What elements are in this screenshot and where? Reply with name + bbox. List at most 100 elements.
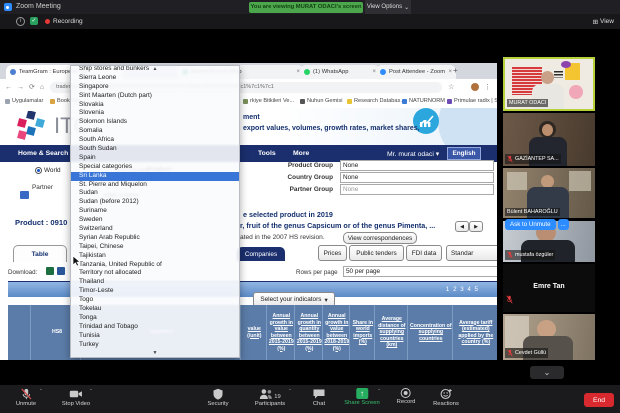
nav-more[interactable]: More: [293, 150, 309, 157]
dropdown-option[interactable]: Territory not allocated: [71, 269, 239, 278]
dropdown-option[interactable]: St. Pierre and Miquelon: [71, 181, 239, 190]
col-average-distance[interactable]: Average distance of supplying countries …: [374, 305, 410, 360]
nav-home-search[interactable]: Home & Search: [18, 150, 68, 157]
bookmark-item[interactable]: Research Databas...: [347, 98, 405, 104]
nav-language-select[interactable]: English: [447, 147, 481, 160]
col-average-tariff[interactable]: Average tariff (estimated) applied by th…: [452, 305, 497, 360]
bookmark-item[interactable]: Uygulamalar: [5, 98, 43, 104]
dropdown-option[interactable]: Spain: [71, 154, 239, 163]
pagination[interactable]: 1 2 3 4 5: [446, 286, 479, 293]
dropdown-option[interactable]: Taipei, Chinese: [71, 243, 239, 252]
dropdown-option[interactable]: Trinidad and Tobago: [71, 323, 239, 332]
share-screen-button[interactable]: ↑ Share Screen ˆ: [344, 388, 379, 406]
dropdown-option[interactable]: Thailand: [71, 278, 239, 287]
close-icon[interactable]: ×: [448, 69, 452, 75]
col-growth-qty-2015-2019[interactable]: Annual growth in quantity between 2015-2…: [294, 305, 325, 360]
dropdown-option[interactable]: Tanzania, United Republic of: [71, 261, 239, 270]
dropdown-option-selected[interactable]: Sri Lanka: [71, 172, 239, 181]
standards-button[interactable]: Standar: [446, 245, 497, 261]
record-button[interactable]: Record: [397, 388, 416, 405]
bookmark-item[interactable]: NATURNORM: [402, 98, 445, 104]
criteria-grid-icon[interactable]: [20, 191, 29, 199]
scroll-down-icon[interactable]: ▼: [71, 351, 239, 356]
dropdown-option[interactable]: Singapore: [71, 83, 239, 92]
stop-video-button[interactable]: Stop Video ˆ: [62, 388, 90, 407]
dropdown-option[interactable]: Sudan (before 2012): [71, 198, 239, 207]
col-concentration[interactable]: Concentration of supplying countries: [407, 305, 455, 360]
caret-up-icon[interactable]: ˆ: [40, 390, 42, 396]
scroll-up-icon[interactable]: ▲: [71, 67, 239, 72]
product-prev-button[interactable]: ◀: [455, 221, 469, 232]
end-meeting-button[interactable]: End: [584, 393, 614, 407]
back-icon[interactable]: ←: [5, 84, 12, 91]
browser-tab-zoom[interactable]: Post Attendee - Zoom×: [376, 65, 456, 79]
tab-companies[interactable]: Companies: [237, 247, 285, 261]
world-radio[interactable]: World: [35, 167, 61, 174]
rows-per-page-select[interactable]: 50 per page: [343, 266, 497, 277]
unmute-button[interactable]: Unmute ˆ: [16, 388, 36, 407]
partner-group-input[interactable]: None: [340, 184, 494, 195]
browser-avatar[interactable]: [471, 83, 479, 91]
more-options-button[interactable]: ...: [558, 219, 569, 230]
participant-tile-bulent[interactable]: Bülent BAHAROĞLU: [503, 168, 595, 218]
col-unit-value[interactable]: value (/unit): [240, 305, 269, 360]
dropdown-option[interactable]: Sudan: [71, 189, 239, 198]
dropdown-option[interactable]: Tokelau: [71, 305, 239, 314]
dropdown-option[interactable]: Tajikistan: [71, 252, 239, 261]
caret-up-icon[interactable]: ˆ: [378, 390, 380, 396]
dropdown-option[interactable]: Somalia: [71, 127, 239, 136]
prices-button[interactable]: Prices: [318, 245, 347, 261]
product-group-input[interactable]: None: [340, 160, 494, 171]
security-shield-icon[interactable]: ✓: [30, 17, 38, 25]
reactions-button[interactable]: Reactions: [433, 388, 459, 407]
dropdown-option[interactable]: Slovakia: [71, 101, 239, 110]
dropdown-option[interactable]: Sierra Leone: [71, 74, 239, 83]
dropdown-option[interactable]: South Africa: [71, 136, 239, 145]
col-growth-value-2018-2019[interactable]: Annual growth in value between 2018-2019…: [322, 305, 352, 360]
view-options-button[interactable]: View Options⌄: [365, 0, 411, 14]
forward-icon[interactable]: →: [17, 84, 24, 91]
country-group-input[interactable]: None: [340, 172, 494, 183]
dropdown-option[interactable]: Slovenia: [71, 109, 239, 118]
dropdown-option[interactable]: Tonga: [71, 314, 239, 323]
dropdown-option[interactable]: South Sudan: [71, 145, 239, 154]
dropdown-option[interactable]: Timor-Leste: [71, 287, 239, 296]
dropdown-option[interactable]: Sweden: [71, 216, 239, 225]
participants-button[interactable]: 19 Participants ˆ: [255, 388, 285, 407]
word-icon[interactable]: [57, 267, 65, 275]
nav-user-menu[interactable]: Mr. murat odaci ▾: [387, 150, 439, 158]
dropdown-option[interactable]: Suriname: [71, 207, 239, 216]
col-growth-value-2015-2019[interactable]: Annual growth in value between 2015-2019…: [266, 305, 297, 360]
browser-menu-icon[interactable]: ⋮: [484, 83, 491, 91]
tab-table[interactable]: Table: [13, 245, 67, 262]
col-share-world-imports[interactable]: Share in world imports (%): [349, 305, 377, 360]
dropdown-option[interactable]: Syrian Arab Republic: [71, 234, 239, 243]
public-tenders-button[interactable]: Public tenders: [349, 245, 404, 261]
security-button[interactable]: Security: [208, 388, 229, 407]
browser-tab-whatsapp[interactable]: (1) WhatsApp×: [300, 65, 380, 79]
participants-scroll-down-button[interactable]: ⌄: [530, 366, 564, 379]
participant-tile-gaziantep[interactable]: GAZİANTEP SA...: [503, 113, 595, 166]
fdi-data-button[interactable]: FDI data: [406, 245, 442, 261]
ask-to-unmute-button[interactable]: Ask to Unmute: [505, 219, 556, 230]
dropdown-option[interactable]: Switzerland: [71, 225, 239, 234]
dropdown-option[interactable]: Sint Maarten (Dutch part): [71, 92, 239, 101]
excel-icon[interactable]: [46, 267, 54, 275]
caret-up-icon[interactable]: ˆ: [289, 390, 291, 396]
dropdown-option[interactable]: Special categories: [71, 163, 239, 172]
bookmark-item[interactable]: rkiye Bitkileri Ve...: [243, 98, 294, 104]
dropdown-option[interactable]: Togo: [71, 296, 239, 305]
view-correspondences-button[interactable]: View correspondences: [343, 232, 417, 244]
participant-tile-emre[interactable]: Emre Tan: [503, 264, 595, 312]
dropdown-option[interactable]: Turkey: [71, 341, 239, 350]
dropdown-option[interactable]: Solomon Islands: [71, 118, 239, 127]
caret-up-icon[interactable]: ˆ: [90, 390, 92, 396]
info-icon[interactable]: i: [16, 17, 25, 26]
view-button[interactable]: ⊞View: [593, 18, 614, 26]
nav-tools[interactable]: Tools: [258, 150, 276, 157]
reload-icon[interactable]: ⟳: [29, 83, 35, 91]
bookmark-star-icon[interactable]: ☆: [448, 83, 454, 91]
bookmark-item[interactable]: Primulae radix | S...: [447, 98, 497, 104]
bookmark-item[interactable]: Nuhun Gemisi: [300, 98, 342, 104]
home-icon[interactable]: ⌂: [40, 84, 44, 91]
